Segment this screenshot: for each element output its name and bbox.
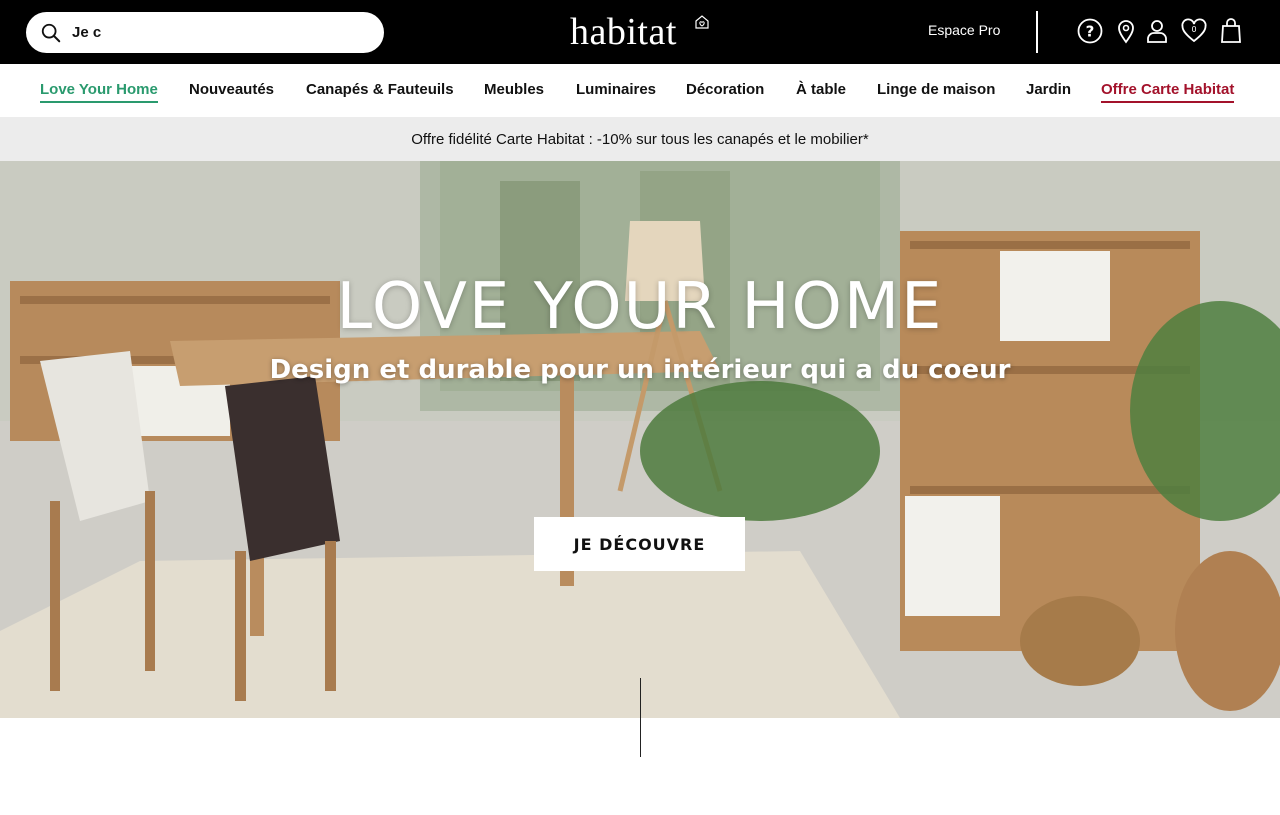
nav-offre-carte-habitat[interactable]: Offre Carte Habitat bbox=[1101, 81, 1235, 103]
nav-a-table[interactable]: À table bbox=[796, 81, 846, 99]
promo-text: Offre fidélité Carte Habitat : -10% sur … bbox=[411, 130, 869, 148]
espace-pro-link[interactable]: Espace Pro bbox=[928, 22, 1000, 38]
nav-luminaires[interactable]: Luminaires bbox=[576, 81, 656, 99]
hero-title: LOVE YOUR HOME bbox=[336, 270, 944, 344]
search-box[interactable] bbox=[26, 12, 384, 53]
header-divider bbox=[1036, 11, 1038, 53]
nav-jardin[interactable]: Jardin bbox=[1026, 81, 1071, 99]
logo-heart-house-icon bbox=[695, 15, 709, 29]
logo-text: habitat bbox=[570, 11, 677, 53]
nav-decoration[interactable]: Décoration bbox=[686, 81, 764, 99]
top-header: habitat Espace Pro ? 0 bbox=[0, 0, 1280, 64]
nav-canapes-fauteuils[interactable]: Canapés & Fauteuils bbox=[306, 81, 454, 99]
store-locator-icon[interactable] bbox=[1112, 17, 1140, 45]
nav-meubles[interactable]: Meubles bbox=[484, 81, 544, 99]
hero-image bbox=[0, 161, 1280, 718]
main-navigation: Love Your Home Nouveautés Canapés & Faut… bbox=[0, 64, 1280, 117]
svg-text:0: 0 bbox=[1191, 25, 1196, 34]
promo-banner[interactable]: Offre fidélité Carte Habitat : -10% sur … bbox=[0, 117, 1280, 161]
scroll-indicator bbox=[640, 678, 641, 757]
nav-nouveautes[interactable]: Nouveautés bbox=[189, 81, 274, 99]
account-icon[interactable] bbox=[1143, 17, 1171, 45]
habitat-logo[interactable]: habitat bbox=[566, 8, 716, 54]
search-icon[interactable] bbox=[40, 22, 62, 44]
search-input[interactable] bbox=[72, 18, 372, 47]
wishlist-icon[interactable]: 0 bbox=[1180, 17, 1208, 45]
help-icon[interactable]: ? bbox=[1076, 17, 1104, 45]
hero-subtitle: Design et durable pour un intérieur qui … bbox=[269, 355, 1011, 385]
hero-banner[interactable]: LOVE YOUR HOME Design et durable pour un… bbox=[0, 161, 1280, 718]
discover-button[interactable]: JE DÉCOUVRE bbox=[534, 517, 745, 571]
nav-linge-de-maison[interactable]: Linge de maison bbox=[877, 81, 995, 99]
svg-text:?: ? bbox=[1086, 23, 1095, 41]
cart-icon[interactable] bbox=[1217, 17, 1245, 45]
nav-love-your-home[interactable]: Love Your Home bbox=[40, 81, 158, 103]
